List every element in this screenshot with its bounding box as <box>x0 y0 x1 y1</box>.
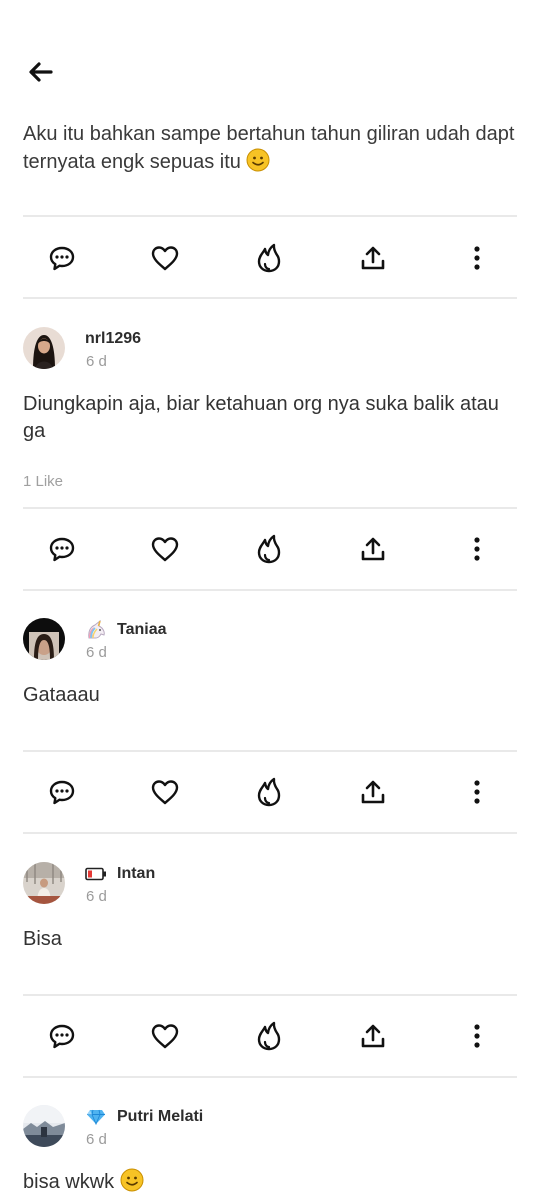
diamond-icon <box>85 1107 107 1127</box>
heart-icon <box>150 1022 180 1050</box>
thread-page: Aku itu bahkan sampe bertahun tahun gili… <box>0 0 540 1204</box>
share-icon <box>359 1022 387 1050</box>
comment-text: Gataaau <box>23 684 100 706</box>
fire-button[interactable] <box>249 238 289 278</box>
arrow-left-icon <box>27 61 53 88</box>
comment-icon <box>48 1022 76 1050</box>
avatar[interactable] <box>23 1105 65 1147</box>
share-icon <box>359 535 387 563</box>
share-button[interactable] <box>353 1016 393 1056</box>
share-icon <box>359 778 387 806</box>
divider <box>23 832 517 834</box>
comment-text: Bisa <box>23 928 62 950</box>
comment-header: Intan <box>85 864 155 884</box>
share-button[interactable] <box>353 238 393 278</box>
timestamp: 6 d <box>86 1131 107 1148</box>
more-button[interactable] <box>457 529 497 569</box>
like-button[interactable] <box>145 529 185 569</box>
more-button[interactable] <box>457 772 497 812</box>
fire-button[interactable] <box>249 772 289 812</box>
comment-header: Taniaa <box>85 620 167 640</box>
share-icon <box>359 244 387 272</box>
like-count[interactable]: 1 Like <box>23 473 63 490</box>
comment-body: bisa wkwk <box>23 1171 115 1193</box>
comment-text: bisa wkwk <box>23 1168 517 1200</box>
avatar[interactable] <box>23 327 65 369</box>
avatar[interactable] <box>23 618 65 660</box>
unicorn-icon <box>85 620 107 640</box>
fire-button[interactable] <box>249 529 289 569</box>
smile-emoji-icon <box>246 148 270 180</box>
comment-button[interactable] <box>42 772 82 812</box>
fire-icon <box>256 1021 282 1051</box>
timestamp: 6 d <box>86 888 107 905</box>
like-button[interactable] <box>145 1016 185 1056</box>
more-button[interactable] <box>457 1016 497 1056</box>
post-action-bar <box>23 218 517 298</box>
username[interactable]: Putri Melati <box>117 1108 203 1126</box>
share-button[interactable] <box>353 529 393 569</box>
divider <box>23 589 517 591</box>
more-icon <box>473 536 481 562</box>
comment-action-bar <box>23 996 517 1076</box>
comment-button[interactable] <box>42 238 82 278</box>
username[interactable]: Taniaa <box>117 621 167 639</box>
comment-button[interactable] <box>42 1016 82 1056</box>
more-button[interactable] <box>457 238 497 278</box>
comment-icon <box>48 535 76 563</box>
like-button[interactable] <box>145 238 185 278</box>
comment-text: Diungkapin aja, biar ketahuan org nya su… <box>23 393 499 442</box>
divider <box>23 1076 517 1078</box>
timestamp: 6 d <box>86 353 107 370</box>
share-button[interactable] <box>353 772 393 812</box>
comment-action-bar <box>23 509 517 589</box>
fire-icon <box>256 534 282 564</box>
back-button[interactable] <box>22 56 58 92</box>
post-text: Aku itu bahkan sampe bertahun tahun gili… <box>23 121 518 180</box>
divider <box>23 297 517 299</box>
heart-icon <box>150 778 180 806</box>
comment-icon <box>48 244 76 272</box>
more-icon <box>473 245 481 271</box>
fire-icon <box>256 777 282 807</box>
like-button[interactable] <box>145 772 185 812</box>
fire-button[interactable] <box>249 1016 289 1056</box>
username[interactable]: nrl1296 <box>85 330 141 348</box>
heart-icon <box>150 535 180 563</box>
username[interactable]: Intan <box>117 865 155 883</box>
fire-icon <box>256 243 282 273</box>
comment-icon <box>48 778 76 806</box>
divider <box>23 215 517 217</box>
comment-header: nrl1296 <box>85 329 141 349</box>
comment-button[interactable] <box>42 529 82 569</box>
comment-header: Putri Melati <box>85 1107 203 1127</box>
heart-icon <box>150 244 180 272</box>
comment-action-bar <box>23 752 517 832</box>
more-icon <box>473 1023 481 1049</box>
avatar[interactable] <box>23 862 65 904</box>
battery-icon <box>85 864 107 884</box>
timestamp: 6 d <box>86 644 107 661</box>
smile-emoji-icon <box>120 1168 144 1200</box>
more-icon <box>473 779 481 805</box>
